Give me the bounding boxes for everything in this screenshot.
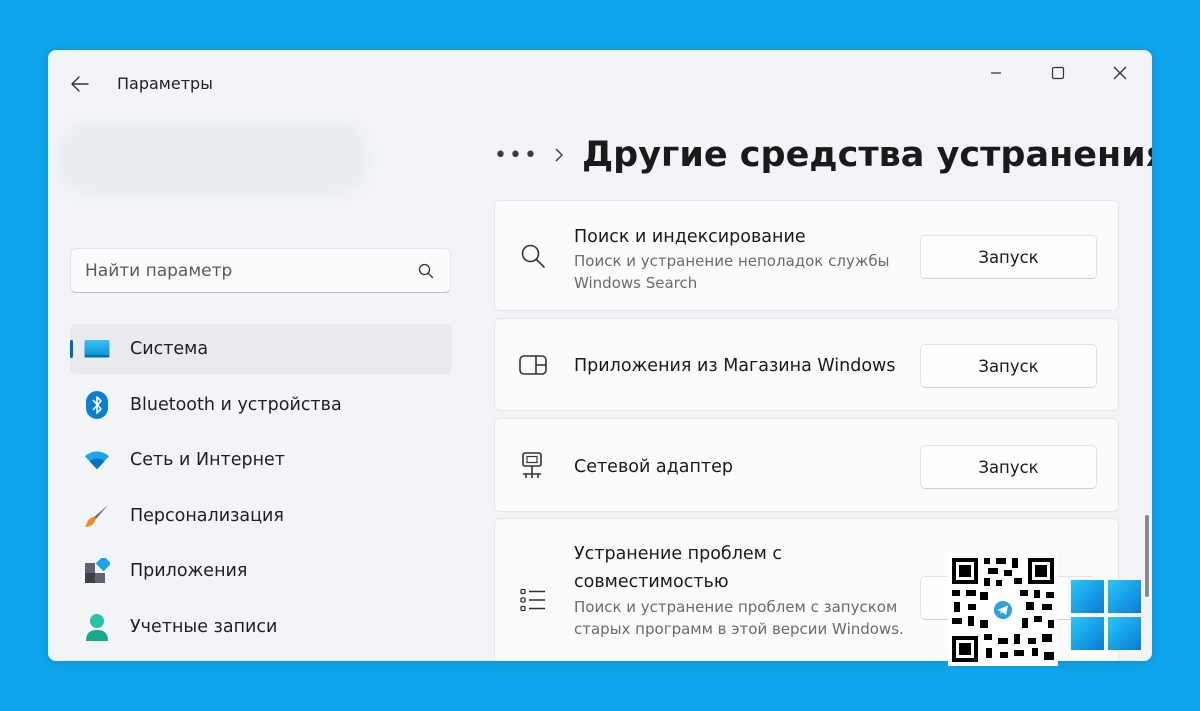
chevron-right-icon xyxy=(554,147,564,163)
wifi-icon xyxy=(84,447,110,473)
close-icon xyxy=(1113,66,1127,80)
troubleshooter-card-store-apps: Приложения из Магазина Windows Запуск xyxy=(494,318,1119,411)
maximize-icon xyxy=(1051,66,1065,80)
sidebar-item-apps[interactable]: Приложения xyxy=(70,546,452,596)
back-button[interactable] xyxy=(62,70,98,98)
sidebar-item-personalization[interactable]: Персонализация xyxy=(70,491,452,541)
minimize-icon xyxy=(991,72,1001,74)
bluetooth-icon xyxy=(84,390,110,419)
sidebar-item-label: Bluetooth и устройства xyxy=(130,394,342,415)
troubleshooter-card-network-adapter: Сетевой адаптер Запуск xyxy=(494,418,1119,512)
run-search-troubleshooter-button[interactable]: Запуск xyxy=(920,235,1097,279)
system-monitor-icon xyxy=(84,336,110,362)
card-title: Сетевой адаптер xyxy=(574,457,733,477)
sidebar-nav: Система Bluetooth и устройства Сеть и Ин… xyxy=(70,324,452,658)
sidebar-item-label: Система xyxy=(130,339,209,359)
card-title: Поиск и индексирование xyxy=(574,227,806,247)
brush-icon xyxy=(84,503,110,529)
sidebar-item-bluetooth[interactable]: Bluetooth и устройства xyxy=(70,380,452,430)
run-store-apps-troubleshooter-button[interactable]: Запуск xyxy=(920,344,1097,388)
close-button[interactable] xyxy=(1096,58,1144,88)
card-text: Приложения из Магазина Windows xyxy=(574,353,914,379)
windows-logo-icon xyxy=(1071,580,1141,650)
minimize-button[interactable] xyxy=(972,58,1020,88)
run-network-adapter-troubleshooter-button[interactable]: Запуск xyxy=(920,445,1097,489)
sidebar-item-accounts[interactable]: Учетные записи xyxy=(70,602,452,652)
search-input[interactable] xyxy=(85,260,416,281)
apps-icon xyxy=(84,558,110,584)
sidebar-item-network[interactable]: Сеть и Интернет xyxy=(70,435,452,485)
card-text: Поиск и индексирование Поиск и устранени… xyxy=(574,224,914,294)
sidebar-item-label: Персонализация xyxy=(130,505,284,526)
qr-code-image xyxy=(948,554,1058,666)
page-title: Другие средства устранения xyxy=(582,135,1152,175)
search-icon xyxy=(416,261,436,281)
list-icon xyxy=(519,586,547,614)
card-text: Устранение проблем с совместимостью Поис… xyxy=(574,540,904,640)
sidebar-item-label: Сеть и Интернет xyxy=(130,450,285,471)
card-title: Приложения из Магазина Windows xyxy=(574,356,896,376)
sidebar-item-label: Учетные записи xyxy=(130,616,278,637)
card-subtitle: Поиск и устранение проблем с запуском ст… xyxy=(574,598,904,638)
breadcrumb: ••• Другие средства устранения xyxy=(494,132,1152,178)
card-subtitle: Поиск и устранение неполадок службы Wind… xyxy=(574,252,890,292)
search-box[interactable] xyxy=(70,248,451,293)
card-title: Устранение проблем с совместимостью xyxy=(574,544,783,592)
sidebar-item-system[interactable]: Система xyxy=(70,324,452,374)
maximize-button[interactable] xyxy=(1034,58,1082,88)
scrollbar-thumb[interactable] xyxy=(1145,515,1149,597)
network-adapter-icon xyxy=(519,452,547,480)
arrow-left-icon xyxy=(71,76,89,92)
sidebar-item-label: Приложения xyxy=(130,561,248,582)
troubleshooter-card-search: Поиск и индексирование Поиск и устранени… xyxy=(494,200,1119,311)
breadcrumb-more-button[interactable]: ••• xyxy=(494,143,537,168)
account-icon xyxy=(84,613,110,641)
app-title: Параметры xyxy=(117,74,213,93)
search-icon xyxy=(519,242,547,270)
card-text: Сетевой адаптер xyxy=(574,454,914,480)
account-profile-blurred[interactable] xyxy=(58,122,368,194)
store-app-icon xyxy=(519,351,547,379)
